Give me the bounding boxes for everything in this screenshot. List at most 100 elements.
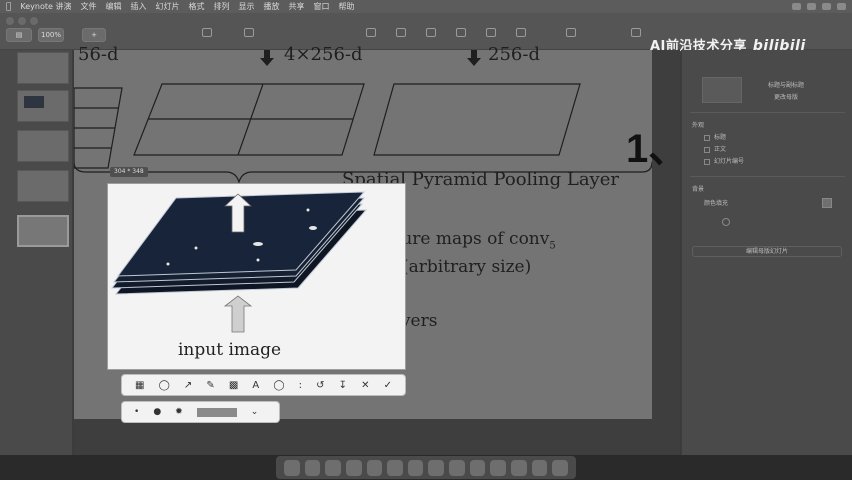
mask-icon[interactable]: ▩	[229, 380, 238, 391]
appearance-heading: 外观	[692, 122, 705, 129]
menu-window[interactable]: 窗口	[313, 1, 329, 12]
plus-icon: +	[91, 31, 97, 39]
title-checkbox-label: 标题	[714, 134, 727, 141]
fill-color-well[interactable]	[822, 198, 832, 208]
keynote-toolbar: ▤ 100% + AI前沿技术分享 bilibili	[0, 13, 852, 54]
confirm-icon[interactable]: ✓	[384, 380, 392, 391]
menu-insert[interactable]: 插入	[130, 1, 146, 12]
chart-button[interactable]	[390, 28, 412, 44]
slide-thumbnail[interactable]	[17, 90, 69, 122]
rotate-icon[interactable]: ↺	[316, 380, 324, 391]
medium-dot-icon[interactable]: ●	[153, 407, 161, 417]
sign-icon[interactable]: ◯	[273, 380, 284, 391]
slide-thumbnail[interactable]	[17, 170, 69, 202]
fullscreen-window-button[interactable]	[30, 17, 38, 25]
menu-slide[interactable]: 幻灯片	[155, 1, 179, 12]
draw-icon[interactable]: ✎	[206, 380, 214, 391]
notes-icon[interactable]	[531, 459, 548, 476]
view-button[interactable]: ▤	[6, 28, 32, 42]
background-heading[interactable]: 背景	[692, 184, 704, 193]
body-checkbox[interactable]: 正文	[704, 144, 726, 153]
menu-format[interactable]: 格式	[188, 1, 204, 12]
text-button[interactable]	[420, 28, 442, 44]
save-icon[interactable]: ↧	[339, 380, 347, 391]
image-size-badge: 304 * 348	[110, 167, 148, 177]
small-dot-icon[interactable]: •	[134, 407, 139, 417]
live-icon	[244, 28, 254, 37]
title-checkbox[interactable]: 标题	[704, 132, 726, 141]
minimize-window-button[interactable]	[18, 17, 26, 25]
shape-button[interactable]	[450, 28, 472, 44]
photos-icon[interactable]	[387, 459, 403, 476]
music-icon[interactable]	[490, 459, 507, 476]
edit-master-button[interactable]: 编辑母版幻灯片	[692, 246, 842, 257]
mail-icon[interactable]	[366, 459, 383, 476]
arrow-icon[interactable]: ↗	[184, 380, 192, 391]
launchpad-icon[interactable]	[304, 459, 321, 476]
change-master-button[interactable]: 更改母版	[774, 92, 798, 101]
shapes-icon[interactable]: ◯	[159, 380, 170, 391]
large-dot-icon[interactable]: ✹	[175, 407, 183, 417]
preview-icon[interactable]	[407, 459, 424, 476]
markup-toolbar: ▦ ◯ ↗ ✎ ▩ A ◯ : ↺ ↧ ✕ ✓	[121, 374, 406, 396]
safari-icon[interactable]	[325, 459, 341, 476]
master-preview[interactable]	[702, 77, 742, 103]
apple-icon[interactable]: 	[6, 2, 11, 12]
menu-share[interactable]: 共享	[288, 1, 304, 12]
slide-thumbnail[interactable]	[17, 52, 69, 84]
slide[interactable]: 56-d 4×256-d 256-d 1、 Spatial Pyramid Po…	[74, 44, 688, 195]
keynote-live-button[interactable]	[238, 28, 260, 44]
status-icon[interactable]	[822, 3, 831, 10]
selected-image[interactable]: input image	[107, 183, 406, 370]
media-button[interactable]	[480, 28, 502, 44]
divider	[690, 176, 845, 177]
settings-icon[interactable]	[428, 459, 445, 476]
master-name: 标题与副标题	[768, 82, 805, 89]
status-icon[interactable]	[837, 3, 846, 10]
keynote-icon[interactable]	[449, 459, 465, 476]
color-swatch[interactable]	[196, 407, 237, 417]
table-button[interactable]	[360, 28, 382, 44]
finder-icon[interactable]	[284, 459, 300, 476]
trash-icon[interactable]	[552, 459, 568, 476]
comment-icon	[516, 28, 526, 37]
comment-button[interactable]	[510, 28, 532, 44]
chevron-down-icon[interactable]: ⌄	[251, 407, 259, 417]
menu-view[interactable]: 显示	[238, 1, 254, 12]
fill-label: 颜色填充	[704, 200, 729, 207]
divider	[690, 112, 845, 113]
close-window-button[interactable]	[6, 17, 14, 25]
input-image-label: input image	[178, 340, 282, 360]
slide-number-checkbox[interactable]: 幻灯片编号	[704, 156, 744, 165]
menu-app-name[interactable]: Keynote 讲演	[20, 1, 71, 12]
slide-thumbnail[interactable]	[17, 130, 69, 162]
cancel-icon[interactable]: ✕	[361, 380, 369, 391]
media-icon	[486, 28, 496, 37]
calendar-icon[interactable]	[469, 459, 486, 476]
menu-file[interactable]: 文件	[80, 1, 96, 12]
chrome-icon[interactable]	[345, 459, 362, 476]
format-icon	[631, 28, 641, 37]
menu-play[interactable]: 播放	[263, 1, 279, 12]
zoom-select[interactable]: 100%	[38, 28, 64, 42]
play-button[interactable]	[196, 28, 218, 44]
menu-bar:  Keynote 讲演 文件 编辑 插入 幻灯片 格式 排列 显示 播放 共享…	[0, 0, 852, 13]
slide-thumbnail-selected[interactable]	[17, 215, 69, 247]
share-button[interactable]	[560, 28, 582, 44]
menu-help[interactable]: 帮助	[338, 1, 354, 12]
checkbox-icon	[704, 158, 710, 165]
add-slide-button[interactable]: +	[82, 28, 106, 42]
menu-edit[interactable]: 编辑	[105, 1, 121, 12]
status-icon[interactable]	[792, 3, 801, 10]
text-tool-icon[interactable]: A	[252, 380, 259, 391]
checkbox-icon	[704, 134, 710, 141]
top-label-right: 256-d	[488, 44, 540, 65]
menu-arrange[interactable]: 排列	[213, 1, 229, 12]
terminal-icon[interactable]	[511, 459, 527, 476]
format-button[interactable]	[625, 28, 647, 44]
status-icon[interactable]	[807, 3, 816, 10]
sketch-icon[interactable]: ▦	[135, 380, 144, 391]
text-icon	[426, 28, 436, 37]
opacity-knob[interactable]	[722, 218, 730, 226]
share-icon	[566, 28, 576, 37]
